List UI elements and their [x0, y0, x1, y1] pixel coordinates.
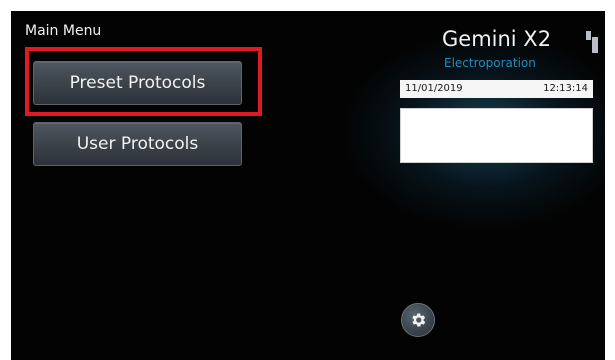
gear-icon	[412, 313, 426, 327]
datetime-bar: 11/01/2019 12:13:14	[400, 80, 593, 98]
device-logo-icon	[586, 31, 598, 53]
page-title: Main Menu	[25, 23, 102, 39]
device-screen: Main Menu Preset Protocols User Protocol…	[11, 11, 605, 360]
time-display: 12:13:14	[543, 83, 588, 94]
date-display: 11/01/2019	[405, 83, 463, 94]
status-display	[400, 108, 593, 163]
selection-highlight	[25, 47, 262, 116]
brand-name: Gemini X2	[442, 27, 552, 51]
brand-subtitle: Electroporation	[444, 56, 536, 70]
user-protocols-button[interactable]: User Protocols	[33, 122, 242, 166]
settings-button[interactable]	[401, 303, 435, 337]
